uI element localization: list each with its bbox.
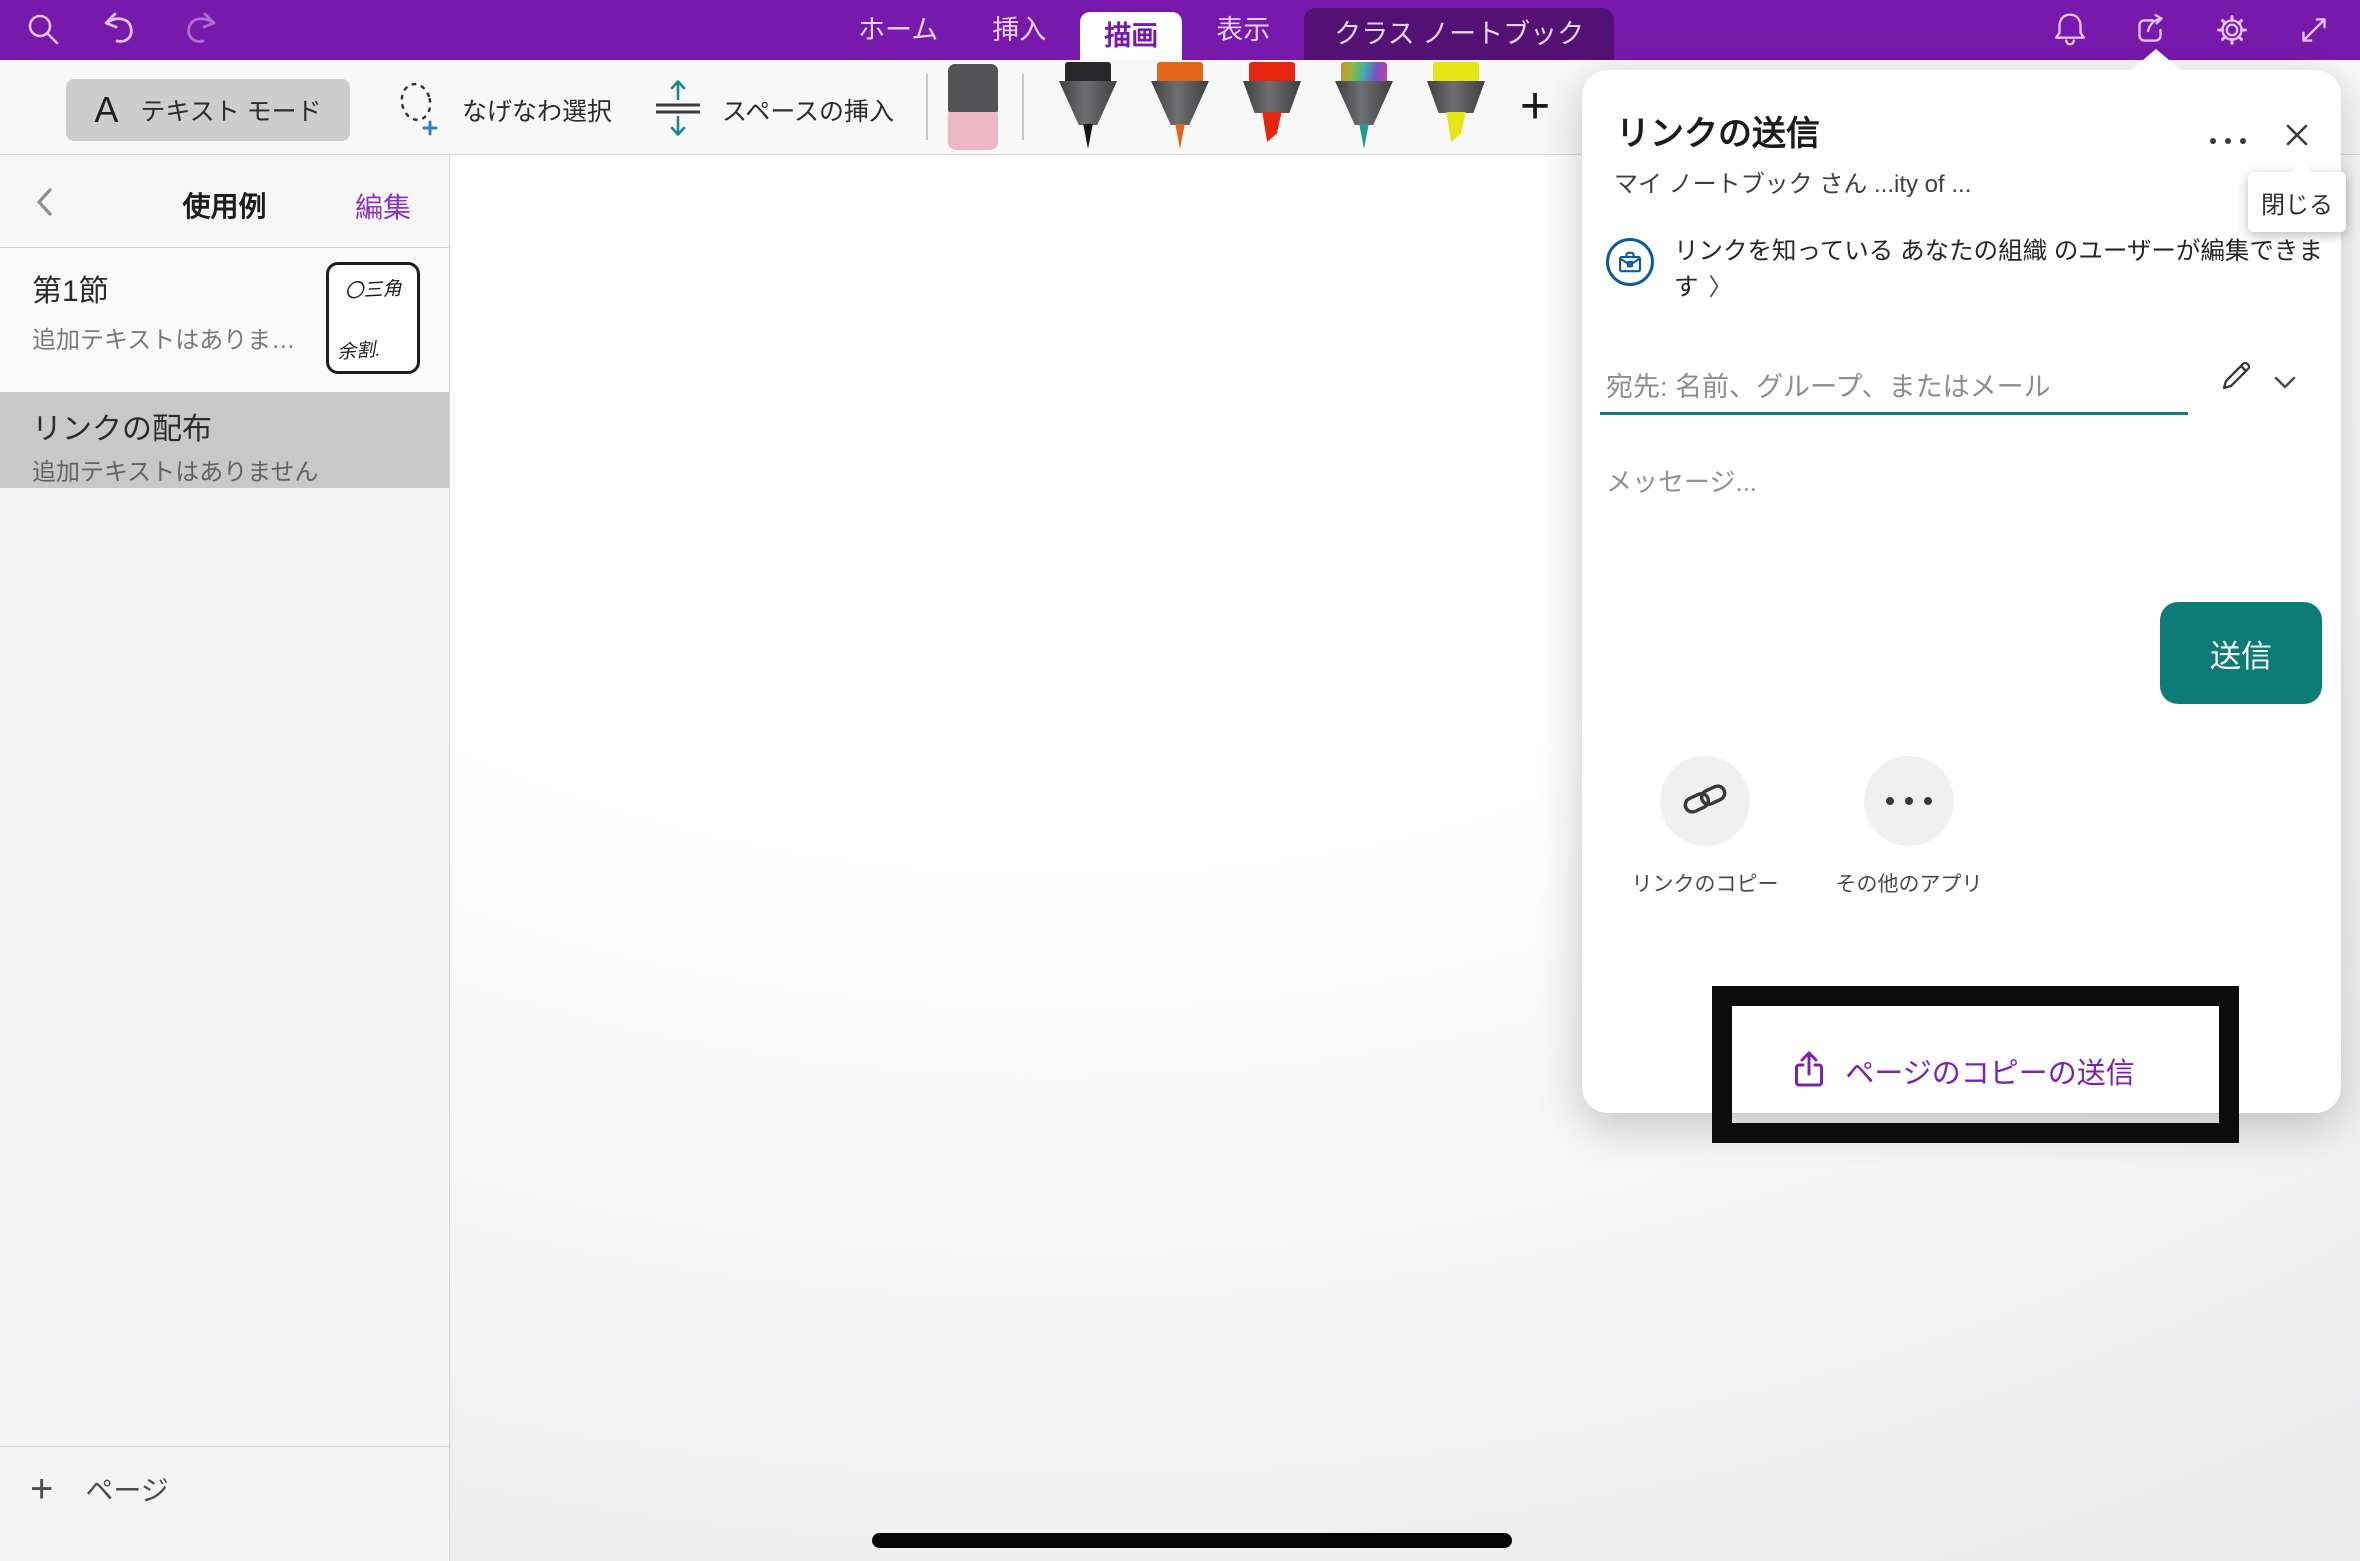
text-mode-button[interactable]: A テキスト モード	[66, 79, 350, 141]
page-title: 第1節	[32, 266, 109, 310]
tab-class-notebook[interactable]: クラス ノートブック	[1304, 8, 1614, 60]
text-mode-a-icon: A	[94, 89, 118, 131]
lasso-icon	[392, 79, 448, 142]
insert-space-label: スペースの挿入	[722, 92, 894, 128]
red-highlighter-icon[interactable]	[1236, 62, 1308, 154]
link-icon	[1680, 774, 1730, 829]
undo-icon[interactable]	[98, 8, 142, 52]
home-indicator-handle[interactable]	[872, 1533, 1512, 1548]
send-link-dialog: リンクの送信 マイ ノートブック さん ...ity of ... リンクを知っ…	[1582, 70, 2341, 1113]
add-pen-button[interactable]: +	[1506, 74, 1564, 138]
plus-icon: +	[30, 1467, 53, 1512]
recipient-input[interactable]	[1606, 364, 2166, 410]
send-page-copy-button[interactable]: ページのコピーの送信	[1702, 1034, 2222, 1108]
organization-briefcase-icon[interactable]	[1606, 238, 1654, 286]
link-permission-row[interactable]: リンクを知っている あなたの組織 のユーザーが編集できます〉	[1674, 234, 2330, 306]
send-button[interactable]: 送信	[2160, 602, 2322, 704]
page-subtitle: 追加テキストはありません	[32, 452, 319, 487]
dialog-caret	[2130, 49, 2182, 71]
thumbnail-handwriting-line1: 〇三角	[328, 273, 417, 305]
chevron-right-icon: 〉	[1709, 274, 1733, 301]
tab-home[interactable]: ホーム	[838, 0, 958, 60]
orange-pen-icon[interactable]	[1144, 62, 1216, 154]
chevron-down-icon[interactable]	[2268, 368, 2302, 398]
insert-space-icon	[648, 77, 708, 144]
insert-space-button[interactable]: スペースの挿入	[648, 75, 894, 145]
tooltip-text: 閉じる	[2261, 185, 2333, 220]
add-page-label: ページ	[85, 1469, 168, 1509]
ellipsis-icon	[1886, 797, 1932, 805]
toolbar-divider	[926, 74, 928, 140]
rainbow-pen-icon[interactable]	[1328, 62, 1400, 154]
permission-text: リンクを知っている あなたの組織 のユーザーが編集できます	[1674, 238, 2323, 301]
more-options-icon[interactable]	[2202, 122, 2254, 160]
page-list-sidebar: 使用例 編集 第1節 追加テキストはありま… 〇三角 余割. リンクの配布 追加…	[0, 155, 450, 1561]
page-list-item-2-selected[interactable]: リンクの配布 追加テキストはありません	[0, 392, 449, 488]
tab-draw[interactable]: 描画	[1080, 12, 1182, 60]
fullscreen-expand-icon[interactable]	[2292, 8, 2336, 52]
share-up-icon	[1789, 1050, 1829, 1093]
copy-link-button[interactable]	[1660, 756, 1750, 846]
notifications-bell-icon[interactable]	[2048, 8, 2092, 52]
copy-link-label: リンクのコピー	[1615, 868, 1795, 898]
dialog-title: リンクの送信	[1616, 106, 1820, 155]
message-input[interactable]	[1606, 462, 2146, 602]
lasso-label: なげなわ選択	[462, 92, 612, 128]
ribbon-tabs: ホーム 挿入 描画 表示 クラス ノートブック	[838, 0, 1614, 60]
eraser-tool-icon[interactable]	[948, 64, 998, 150]
page-thumbnail: 〇三角 余割.	[326, 262, 420, 374]
sidebar-header: 使用例 編集	[0, 155, 449, 248]
notebook-subtitle: マイ ノートブック さん ...ity of ...	[1614, 164, 1971, 199]
sidebar-footer-divider	[0, 1446, 450, 1447]
recipient-underline	[1600, 412, 2188, 415]
thumbnail-handwriting-line2: 余割.	[336, 335, 381, 365]
share-icon[interactable]	[2128, 8, 2172, 52]
top-ribbon: ホーム 挿入 描画 表示 クラス ノートブック	[0, 0, 2360, 60]
settings-gear-icon[interactable]	[2210, 8, 2254, 52]
close-tooltip: 閉じる	[2248, 172, 2346, 232]
page-list-item-1[interactable]: 第1節 追加テキストはありま… 〇三角 余割.	[0, 248, 449, 392]
more-apps-label: その他のアプリ	[1819, 868, 1999, 898]
page-title: リンクの配布	[32, 404, 212, 448]
close-icon[interactable]	[2276, 114, 2318, 156]
edit-button[interactable]: 編集	[355, 186, 411, 226]
redo-icon[interactable]	[178, 8, 222, 52]
tab-view[interactable]: 表示	[1196, 0, 1290, 60]
add-page-button[interactable]: + ページ	[30, 1461, 169, 1517]
black-pen-icon[interactable]	[1052, 62, 1124, 154]
toolbar-divider-2	[1022, 74, 1024, 140]
more-apps-button[interactable]	[1864, 756, 1954, 846]
yellow-highlighter-icon[interactable]	[1420, 62, 1492, 154]
onenote-app: ホーム 挿入 描画 表示 クラス ノートブック A テキスト モード な	[0, 0, 2360, 1561]
pencil-edit-icon[interactable]	[2212, 352, 2260, 400]
send-page-copy-label: ページのコピーの送信	[1845, 1050, 2134, 1092]
text-mode-label: テキスト モード	[140, 92, 321, 128]
tab-insert[interactable]: 挿入	[972, 0, 1066, 60]
page-subtitle: 追加テキストはありま…	[32, 320, 295, 355]
lasso-select-button[interactable]: なげなわ選択	[392, 75, 612, 145]
search-icon[interactable]	[22, 8, 66, 52]
